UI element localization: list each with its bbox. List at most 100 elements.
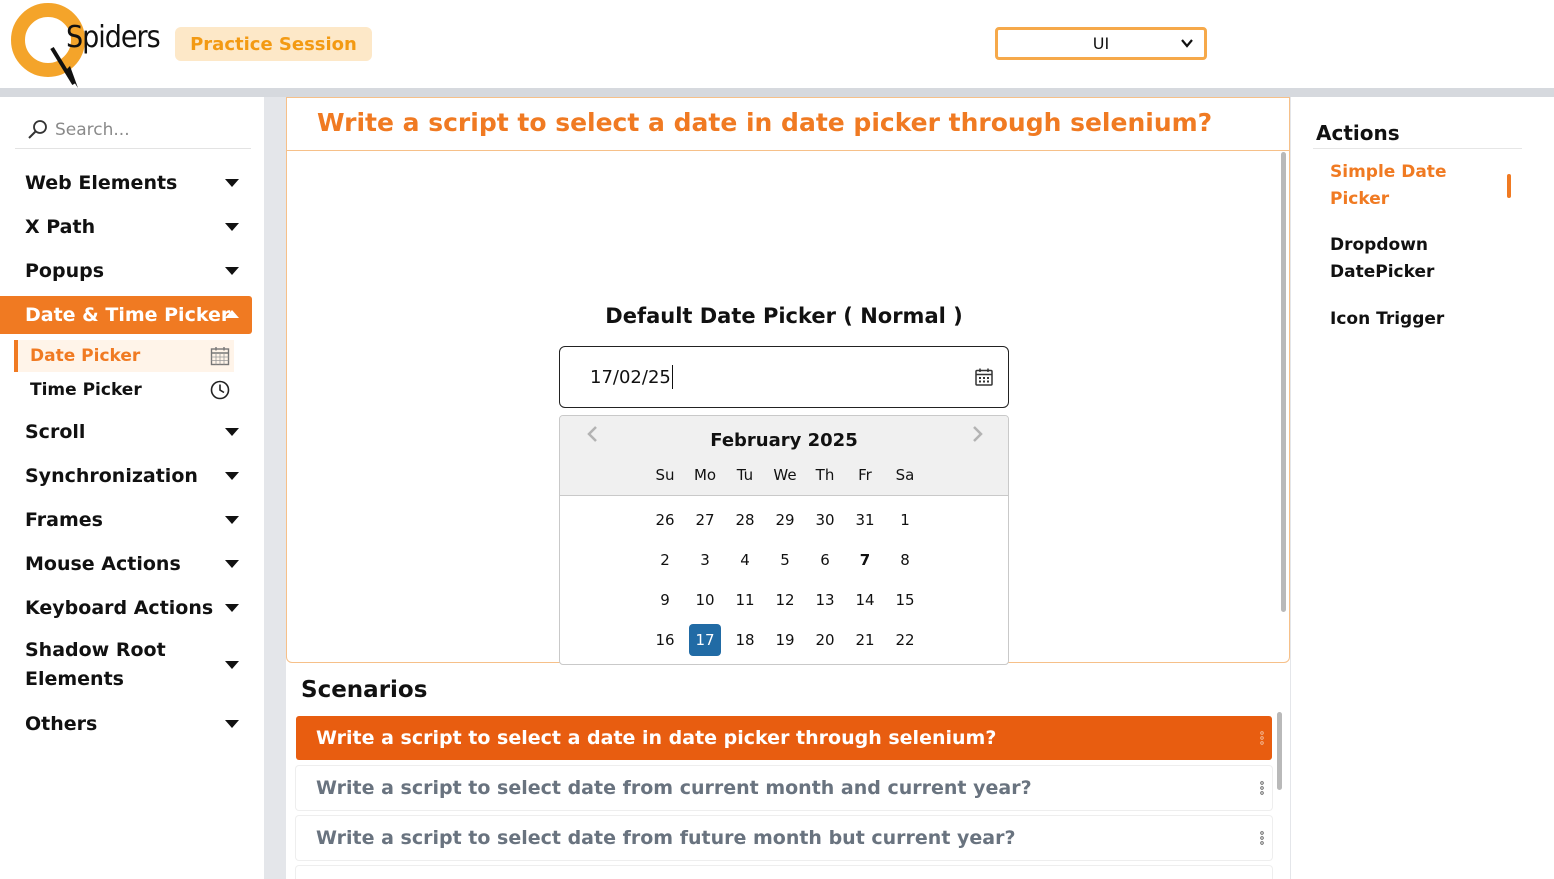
caret-down-icon — [225, 472, 239, 480]
sidebar-item-shadow-root-elements[interactable]: Shadow Root Elements — [0, 635, 252, 695]
scenario-label: Write a script to select date from futur… — [316, 827, 1016, 849]
weekday-label: Fr — [858, 466, 872, 484]
panel-scrollbar[interactable] — [1281, 152, 1286, 612]
sidebar-item-label: X Path — [25, 216, 96, 238]
practice-session-badge: Practice Session — [175, 27, 372, 61]
actions-panel: Actions Simple Date Picker Dropdown Date… — [1291, 97, 1554, 879]
kebab-menu-icon[interactable] — [1260, 730, 1264, 746]
calendar-week: 9 10 11 12 13 14 15 — [645, 584, 925, 624]
qspiders-logo[interactable]: Spiders — [10, 0, 161, 88]
sidebar-item-keyboard-actions[interactable]: Keyboard Actions — [0, 594, 252, 622]
sidebar-subitem-date-picker[interactable]: Date Picker — [14, 340, 234, 372]
sidebar-item-synchronization[interactable]: Synchronization — [0, 462, 252, 490]
calendar-day[interactable]: 12 — [765, 584, 805, 616]
subitem-label: Time Picker — [30, 380, 142, 400]
calendar-month: February 2025 — [710, 430, 858, 451]
ui-select[interactable]: UI — [995, 27, 1207, 60]
question-title: Write a script to select a date in date … — [317, 108, 1213, 137]
sidebar-item-mouse-actions[interactable]: Mouse Actions — [0, 550, 252, 578]
scenario-label: Write a script to select a date in date … — [316, 727, 997, 749]
calendar-day[interactable]: 26 — [645, 504, 685, 536]
sidebar-item-date-time-picker[interactable]: Date & Time Picker — [0, 296, 252, 334]
calendar-day[interactable]: 1 — [885, 504, 925, 536]
calendar-day[interactable]: 4 — [725, 544, 765, 576]
logo-text: Spiders — [66, 20, 161, 55]
weekday-label: Tu — [736, 466, 754, 484]
calendar-day[interactable]: 2 — [645, 544, 685, 576]
calendar-day[interactable]: 9 — [645, 584, 685, 616]
sidebar-item-x-path[interactable]: X Path — [0, 213, 252, 241]
sidebar-item-scroll[interactable]: Scroll — [0, 418, 252, 446]
calendar-day[interactable]: 27 — [685, 504, 725, 536]
sidebar-subitem-time-picker[interactable]: Time Picker — [14, 374, 234, 406]
actions-title-divider — [1313, 148, 1522, 149]
calendar-day-selected[interactable]: 17 — [689, 624, 721, 656]
scenario-item-partial[interactable] — [296, 866, 1272, 879]
caret-down-icon — [225, 560, 239, 568]
caret-down-icon — [225, 661, 239, 669]
scenarios-scrollbar[interactable] — [1277, 712, 1282, 790]
header-divider — [0, 88, 1554, 97]
calendar-day[interactable]: 14 — [845, 584, 885, 616]
calendar-day[interactable]: 13 — [805, 584, 845, 616]
text-cursor — [671, 365, 673, 389]
scenario-item[interactable]: Write a script to select date from futur… — [296, 816, 1272, 860]
search-box[interactable]: Search... — [15, 111, 251, 149]
weekday-label: Mo — [693, 466, 717, 484]
calendar-day[interactable]: 31 — [845, 504, 885, 536]
action-link-dropdown-datepicker[interactable]: Dropdown DatePicker — [1330, 232, 1480, 286]
calendar-day[interactable]: 18 — [725, 624, 765, 656]
chevron-down-icon — [1181, 39, 1193, 48]
kebab-menu-icon[interactable] — [1260, 830, 1264, 846]
ui-select-value: UI — [1092, 34, 1110, 53]
sidebar-item-label: Shadow Root Elements — [25, 639, 166, 690]
sidebar-item-popups[interactable]: Popups — [0, 257, 252, 285]
action-link-icon-trigger[interactable]: Icon Trigger — [1330, 306, 1480, 333]
calendar-day[interactable]: 19 — [765, 624, 805, 656]
sidebar-item-web-elements[interactable]: Web Elements — [0, 169, 252, 197]
sidebar-item-others[interactable]: Others — [0, 710, 252, 738]
search-input[interactable]: Search... — [55, 120, 130, 140]
kebab-menu-icon[interactable] — [1260, 780, 1264, 796]
sidebar-item-label: Popups — [25, 260, 105, 282]
chevron-right-icon[interactable] — [970, 424, 986, 444]
calendar-grid: 26 27 28 29 30 31 1 2 3 4 5 6 7 8 9 10 1… — [645, 504, 925, 664]
calendar-day[interactable]: 8 — [885, 544, 925, 576]
sidebar-item-label: Web Elements — [25, 172, 178, 194]
scenario-item[interactable]: Write a script to select date from curre… — [296, 766, 1272, 810]
calendar-icon[interactable] — [974, 367, 994, 387]
actions-title: Actions — [1316, 121, 1400, 145]
sidebar-item-label: Others — [25, 713, 98, 735]
scenario-label: Write a script to select date from curre… — [316, 777, 1032, 799]
calendar-day-today[interactable]: 7 — [845, 544, 885, 576]
calendar-day[interactable]: 3 — [685, 544, 725, 576]
clock-icon — [210, 380, 230, 400]
calendar-day[interactable]: 29 — [765, 504, 805, 536]
sidebar-item-label: Date & Time Picker — [25, 304, 231, 326]
sidebar-gutter — [264, 97, 286, 879]
caret-down-icon — [225, 720, 239, 728]
weekday-label: We — [773, 466, 797, 484]
date-input[interactable]: 17/02/25 — [559, 346, 1009, 408]
calendar-day[interactable]: 10 — [685, 584, 725, 616]
action-link-simple-date-picker[interactable]: Simple Date Picker — [1330, 159, 1480, 213]
calendar-day[interactable]: 21 — [845, 624, 885, 656]
calendar-day[interactable]: 20 — [805, 624, 845, 656]
calendar-day[interactable]: 28 — [725, 504, 765, 536]
sidebar-item-label: Synchronization — [25, 465, 198, 487]
caret-down-icon — [225, 267, 239, 275]
scenarios-title: Scenarios — [301, 677, 428, 703]
subitem-label: Date Picker — [30, 346, 141, 366]
calendar-day[interactable]: 15 — [885, 584, 925, 616]
caret-down-icon — [225, 428, 239, 436]
scenario-item-active[interactable]: Write a script to select a date in date … — [296, 716, 1272, 760]
sidebar-item-label: Keyboard Actions — [25, 597, 214, 619]
calendar-day[interactable]: 16 — [645, 624, 685, 656]
calendar-day[interactable]: 6 — [805, 544, 845, 576]
calendar-day[interactable]: 22 — [885, 624, 925, 656]
calendar-day[interactable]: 11 — [725, 584, 765, 616]
question-panel: Write a script to select a date in date … — [286, 97, 1290, 665]
calendar-day[interactable]: 5 — [765, 544, 805, 576]
calendar-day[interactable]: 30 — [805, 504, 845, 536]
sidebar-item-frames[interactable]: Frames — [0, 506, 252, 534]
